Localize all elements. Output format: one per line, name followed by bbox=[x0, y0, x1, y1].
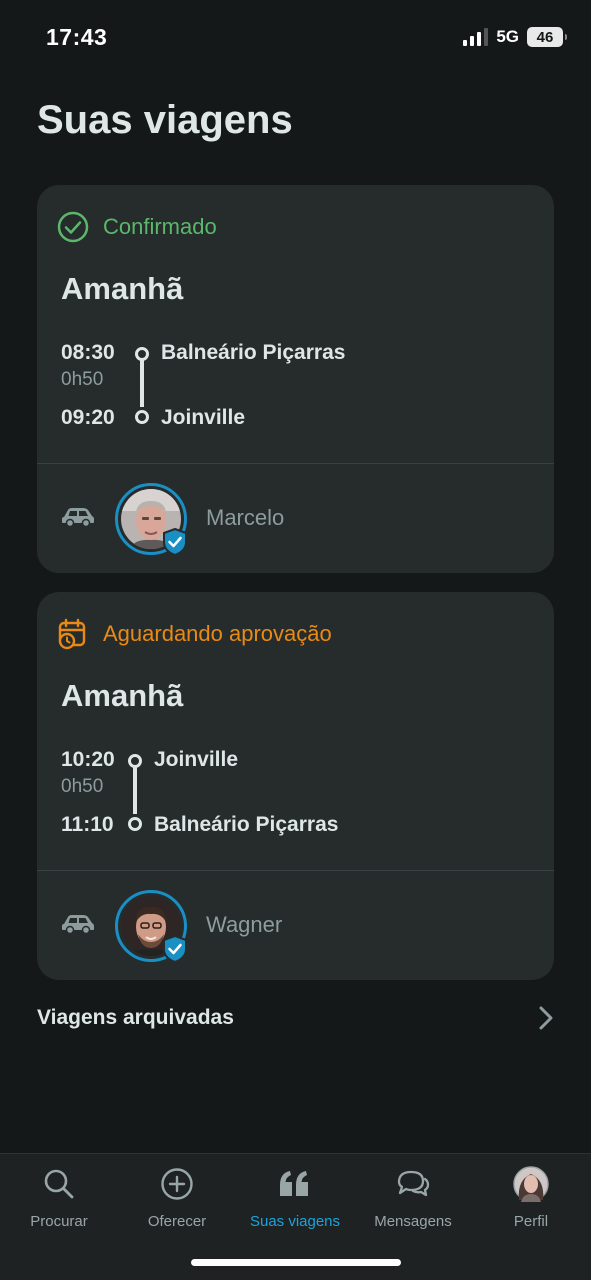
tab-label: Mensagens bbox=[374, 1213, 452, 1230]
departure-time: 10:20 bbox=[61, 748, 115, 771]
driver-name: Wagner bbox=[206, 912, 283, 937]
driver-row: Marcelo bbox=[61, 483, 521, 557]
driver-name: Marcelo bbox=[206, 505, 285, 530]
arrival-time: 09:20 bbox=[61, 406, 115, 429]
route-line bbox=[133, 766, 137, 814]
tab-perfil[interactable]: Perfil bbox=[472, 1154, 590, 1244]
origin-place: Balneário Piçarras bbox=[161, 341, 346, 364]
battery-icon: 46 bbox=[527, 27, 567, 47]
quote-icon bbox=[280, 1171, 308, 1196]
card-divider bbox=[37, 870, 554, 871]
car-icon bbox=[62, 915, 94, 934]
tab-label: Perfil bbox=[513, 1213, 549, 1230]
calendar-clock-icon bbox=[58, 618, 86, 650]
arrival-time: 11:10 bbox=[61, 813, 114, 836]
trip-status-label: Aguardando aprovação bbox=[103, 621, 332, 646]
trip-status: Confirmado bbox=[57, 211, 217, 243]
status-indicators: 5G 46 bbox=[463, 27, 567, 47]
trip-status-label: Confirmado bbox=[103, 214, 217, 239]
tab-label: Suas viagens bbox=[249, 1213, 341, 1230]
home-indicator bbox=[191, 1259, 401, 1266]
card-divider bbox=[37, 463, 554, 464]
trip-day: Amanhã bbox=[61, 271, 184, 306]
tab-suas-viagens[interactable]: Suas viagens bbox=[236, 1154, 354, 1244]
trip-timeline: 10:20 0h50 11:10 Joinville Balneário Piç… bbox=[61, 744, 541, 836]
origin-place: Joinville bbox=[154, 748, 239, 771]
check-circle-icon bbox=[57, 211, 89, 243]
tab-procurar[interactable]: Procurar bbox=[0, 1154, 118, 1244]
verified-badge-icon bbox=[163, 934, 187, 964]
destination-place: Balneário Piçarras bbox=[154, 813, 339, 836]
tab-label: Oferecer bbox=[147, 1213, 207, 1230]
trip-card[interactable]: Confirmado Amanhã 08:30 0h50 09:20 Balne… bbox=[37, 185, 554, 573]
tab-mensagens[interactable]: Mensagens bbox=[354, 1154, 472, 1244]
chat-bubbles-icon bbox=[397, 1170, 430, 1197]
trip-duration: 0h50 bbox=[61, 369, 104, 390]
trip-day: Amanhã bbox=[61, 678, 184, 713]
trip-card[interactable]: Aguardando aprovação Amanhã 10:20 0h50 1… bbox=[37, 592, 554, 980]
destination-dot bbox=[128, 817, 142, 831]
search-icon bbox=[44, 1169, 74, 1199]
status-time: 17:43 bbox=[46, 24, 108, 50]
destination-dot bbox=[135, 410, 149, 424]
verified-badge-icon bbox=[163, 527, 187, 557]
network-label: 5G bbox=[496, 27, 519, 46]
trip-duration: 0h50 bbox=[61, 776, 104, 797]
chevron-right-icon bbox=[539, 1006, 553, 1030]
driver-row: Wagner bbox=[61, 890, 521, 964]
plus-circle-icon bbox=[161, 1168, 193, 1200]
battery-level: 46 bbox=[536, 28, 554, 46]
signal-icon bbox=[463, 28, 489, 46]
archived-trips-link[interactable]: Viagens arquivadas bbox=[37, 998, 554, 1038]
trip-status: Aguardando aprovação bbox=[57, 618, 332, 650]
destination-place: Joinville bbox=[161, 406, 246, 429]
profile-avatar-icon bbox=[513, 1166, 549, 1202]
page-title: Suas viagens bbox=[37, 98, 293, 142]
archived-trips-label: Viagens arquivadas bbox=[37, 1006, 234, 1029]
tab-label: Procurar bbox=[30, 1213, 88, 1230]
departure-time: 08:30 bbox=[61, 341, 115, 364]
trip-timeline: 08:30 0h50 09:20 Balneário Piçarras Join… bbox=[61, 337, 541, 429]
status-bar: 17:43 5G 46 bbox=[0, 0, 591, 76]
car-icon bbox=[62, 508, 94, 527]
route-line bbox=[140, 359, 144, 407]
tab-oferecer[interactable]: Oferecer bbox=[118, 1154, 236, 1244]
